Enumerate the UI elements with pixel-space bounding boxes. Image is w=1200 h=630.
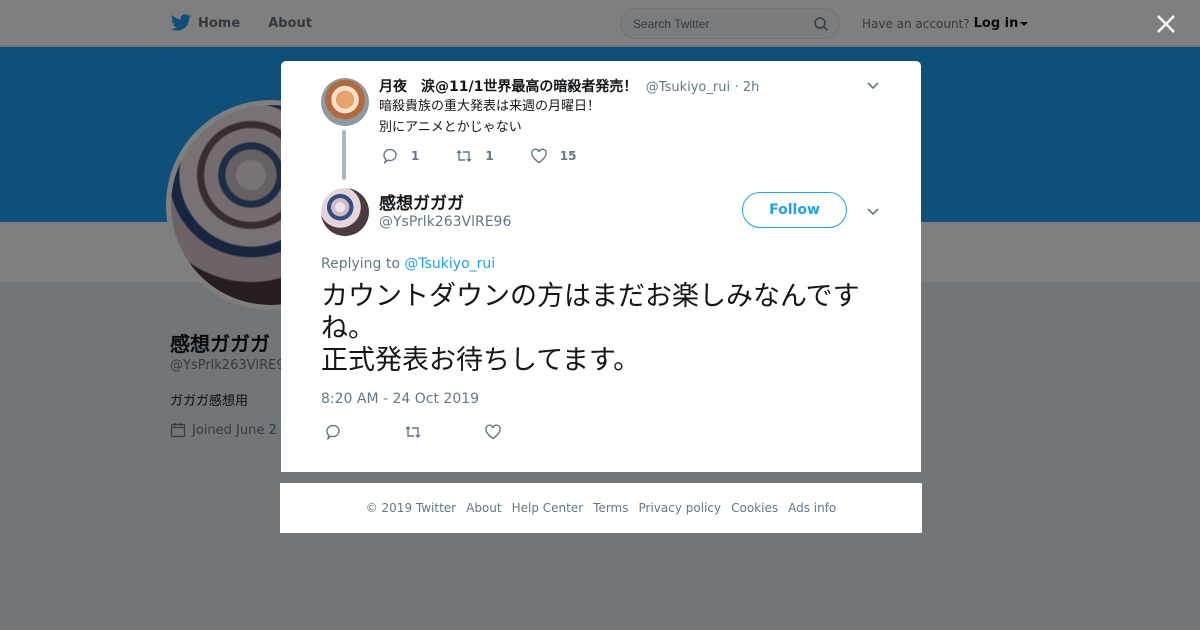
modal-footer: © 2019 Twitter About Help Center Terms P…	[280, 483, 922, 533]
footer-link-ads-info[interactable]: Ads info	[788, 501, 836, 515]
parent-retweet-count: 1	[485, 149, 494, 163]
reply-icon	[383, 148, 397, 165]
footer-link-cookies[interactable]: Cookies	[731, 501, 778, 515]
parent-author-name[interactable]: 月夜 涙@11/1世界最高の暗殺者発売！	[379, 79, 637, 95]
heart-icon	[530, 148, 547, 164]
parent-reply-count: 1	[411, 149, 420, 163]
follow-button[interactable]: Follow	[742, 192, 847, 228]
thread-connector	[342, 130, 346, 180]
footer-link-terms[interactable]: Terms	[593, 501, 628, 515]
replying-to: Replying to @Tsukiyo_rui	[321, 256, 495, 272]
parent-tweet-actions: 1 1 15	[381, 147, 612, 165]
parent-retweet-action[interactable]: 1	[455, 147, 494, 165]
parent-avatar[interactable]	[321, 78, 369, 126]
footer-link-about[interactable]: About	[466, 501, 501, 515]
parent-like-count: 15	[559, 149, 577, 163]
tweet-modal: 月夜 涙@11/1世界最高の暗殺者発売！ @Tsukiyo_rui · 2h 暗…	[281, 61, 921, 472]
parent-tweet-text: 暗殺貴族の重大発表は来週の月曜日！ 別にアニメとかじゃない	[379, 99, 601, 135]
parent-timestamp[interactable]: · 2h	[735, 80, 760, 95]
retweet-icon[interactable]	[404, 423, 422, 441]
reply-icon[interactable]	[324, 423, 342, 441]
footer-copyright: © 2019 Twitter	[365, 501, 457, 515]
author-name[interactable]: 感想ガガガ	[379, 189, 464, 214]
footer-link-privacy-policy[interactable]: Privacy policy	[639, 501, 722, 515]
replying-to-link[interactable]: @Tsukiyo_rui	[404, 256, 495, 272]
parent-like-action[interactable]: 15	[530, 147, 577, 165]
chevron-down-icon[interactable]	[866, 204, 880, 218]
tweet-date[interactable]: 8:20 AM - 24 Oct 2019	[321, 391, 479, 407]
author-avatar[interactable]	[321, 188, 369, 236]
tweet-text: カウントダウンの方はまだお楽しみなんですね。 正式発表お待ちしてます。	[321, 281, 860, 376]
close-icon[interactable]	[1154, 12, 1178, 36]
parent-tweet-header: 月夜 涙@11/1世界最高の暗殺者発売！ @Tsukiyo_rui · 2h	[379, 76, 759, 96]
author-handle[interactable]: @YsPrlk263VlRE96	[379, 214, 511, 230]
parent-author-handle[interactable]: @Tsukiyo_rui	[646, 80, 730, 95]
chevron-down-icon[interactable]	[866, 78, 880, 92]
footer-link-help-center[interactable]: Help Center	[512, 501, 584, 515]
tweet-actions	[324, 423, 564, 441]
heart-icon[interactable]	[484, 423, 502, 441]
parent-reply-action[interactable]: 1	[381, 147, 419, 165]
retweet-icon	[456, 150, 472, 162]
replying-prefix: Replying to	[321, 256, 405, 272]
